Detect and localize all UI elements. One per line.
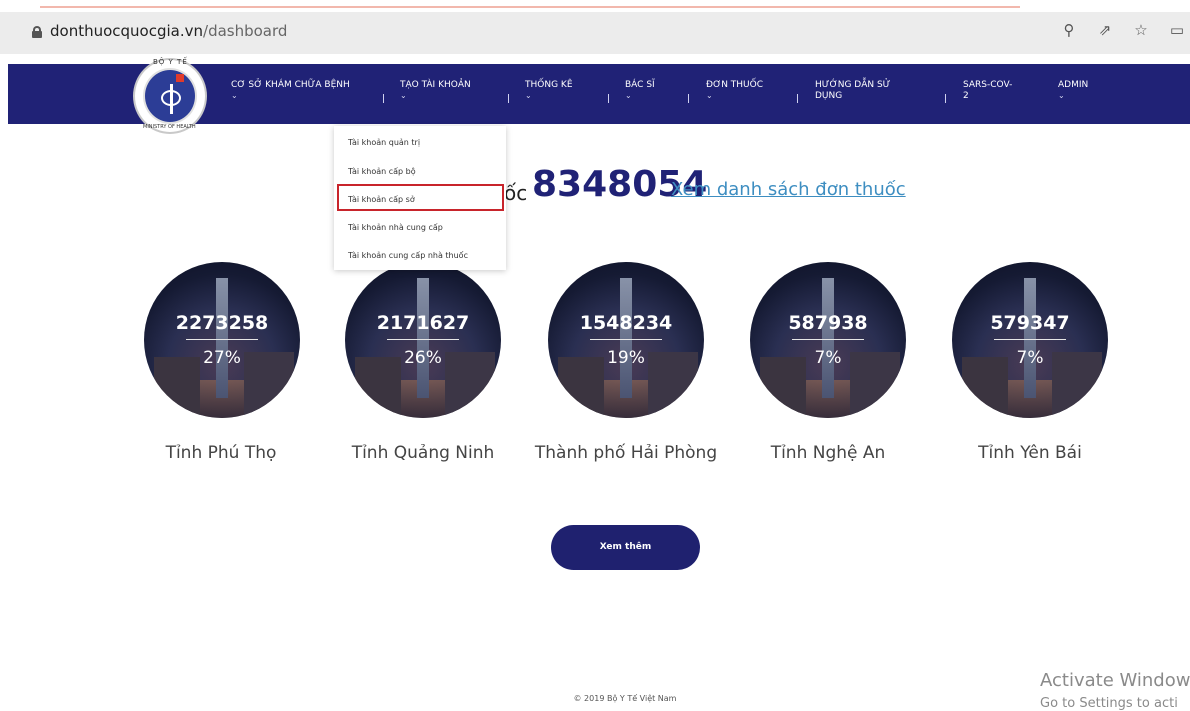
menu-item-tai-khoan-cap-bo[interactable]: Tài khoản cấp bộ [348,167,416,176]
stat-percent: 7% [814,348,842,368]
stat-value: 2171627 [376,312,470,334]
browser-top-strip [0,0,1190,12]
nav-label: THỐNG KÊ [525,80,573,90]
menu-item-tai-khoan-quan-tri[interactable]: Tài khoản quản trị [348,138,420,147]
stat-label: Tỉnh Yên Bái [978,443,1082,463]
nav-separator [688,94,689,103]
logo-top-text: BỘ Y TẾ [153,58,188,66]
logo-bottom-text: MINISTRY OF HEALTH [143,124,196,130]
nav-item-tao-tai-khoan[interactable]: TẠO TÀI KHOẢN ⌄ [400,80,471,101]
nav-separator [608,94,609,103]
nav-label-line2: DỤNG [815,91,843,101]
stat-divider [186,339,258,340]
zoom-icon[interactable]: ⚲ [1060,20,1078,40]
nav-separator [797,94,798,103]
chevron-down-icon: ⌄ [625,91,632,100]
chevron-down-icon: ⌄ [231,91,238,100]
stat-label: Tỉnh Quảng Ninh [351,443,495,463]
nav-label-line1: HƯỚNG DẪN SỬ [815,80,891,90]
stat-divider [792,339,864,340]
nav-label: TẠO TÀI KHOẢN [400,80,471,90]
stat-circle: 579347 7% [952,262,1108,418]
url-path: /dashboard [203,22,288,40]
stat-percent: 7% [1016,348,1044,368]
stat-label: Tỉnh Phú Thọ [165,443,277,463]
browser-actions: ⚲ ⇗ ☆ ▭ [1060,20,1190,44]
tower-image [216,278,228,398]
stat-value: 1548234 [579,312,673,334]
prescription-label-fragment: ốc [504,181,528,205]
lock-icon[interactable] [32,26,42,38]
view-prescriptions-link[interactable]: Xem danh sách đơn thuốc [671,179,906,200]
stat-percent: 19% [607,348,645,368]
stat-circle: 1548234 19% [548,262,704,418]
nav-label-line2: 2 [963,91,969,101]
tower-image [1024,278,1036,398]
nav-item-sars-cov-2[interactable]: SARS-COV- 2 [963,80,1012,102]
stat-circle: 587938 7% [750,262,906,418]
chevron-down-icon: ⌄ [706,91,713,100]
nav-separator [508,94,509,103]
nav-label: CƠ SỞ KHÁM CHỮA BỆNH [231,80,350,90]
stat-value: 587938 [788,312,868,334]
tower-image [822,278,834,398]
url-domain: donthuocquocgia.vn [50,22,204,40]
extension-icon[interactable]: ▭ [1168,20,1186,40]
url-text[interactable]: donthuocquocgia.vn/dashboard [50,22,287,40]
chevron-down-icon: ⌄ [400,91,407,100]
nav-item-co-so[interactable]: CƠ SỞ KHÁM CHỮA BỆNH ⌄ [231,80,350,101]
menu-item-tai-khoan-nha-cung-cap[interactable]: Tài khoản nhà cung cấp [348,223,443,232]
logo-emblem [143,68,197,124]
nav-label: BÁC SĨ [625,80,655,90]
nav-label-line1: SARS-COV- [963,80,1013,90]
nav-label: ĐƠN THUỐC [706,80,764,90]
footer-copyright: © 2019 Bộ Y Tế Việt Nam [573,694,677,703]
stat-circle: 2273258 27% [144,262,300,418]
snake-icon [161,90,181,106]
chevron-down-icon: ⌄ [525,91,532,100]
view-more-button[interactable]: Xem thêm [551,525,700,570]
stat-percent: 26% [404,348,442,368]
stat-value: 2273258 [175,312,269,334]
ministry-logo[interactable]: BỘ Y TẾ MINISTRY OF HEALTH [133,58,207,134]
nav-separator [945,94,946,103]
star-icon[interactable]: ☆ [1132,20,1150,40]
windows-activation-title: Activate Window [1040,670,1190,691]
stat-label: Tỉnh Nghệ An [770,443,886,463]
menu-item-tai-khoan-cung-cap-nha-thuoc[interactable]: Tài khoản cung cấp nhà thuốc [348,251,468,260]
nav-item-thong-ke[interactable]: THỐNG KÊ ⌄ [525,80,573,101]
tower-image [620,278,632,398]
highlight-box [337,184,504,211]
star-emblem-icon [176,74,184,82]
nav-separator [383,94,384,103]
stat-divider [590,339,662,340]
stat-circle: 2171627 26% [345,262,501,418]
nav-item-don-thuoc[interactable]: ĐƠN THUỐC ⌄ [706,80,763,101]
nav-item-bac-si[interactable]: BÁC SĨ ⌄ [625,80,655,101]
nav-item-huong-dan[interactable]: HƯỚNG DẪN SỬ DỤNG [815,80,890,102]
chevron-down-icon: ⌄ [1058,91,1065,100]
nav-label: ADMIN [1058,80,1089,90]
windows-activation-subtitle: Go to Settings to acti [1040,696,1178,711]
share-icon[interactable]: ⇗ [1096,20,1114,40]
stat-label: Thành phố Hải Phòng [534,443,718,463]
nav-item-admin[interactable]: ADMIN ⌄ [1058,80,1088,101]
stat-divider [994,339,1066,340]
stat-percent: 27% [203,348,241,368]
stat-value: 579347 [990,312,1070,334]
tower-image [417,278,429,398]
tab-accent-line [40,6,1020,8]
stat-divider [387,339,459,340]
